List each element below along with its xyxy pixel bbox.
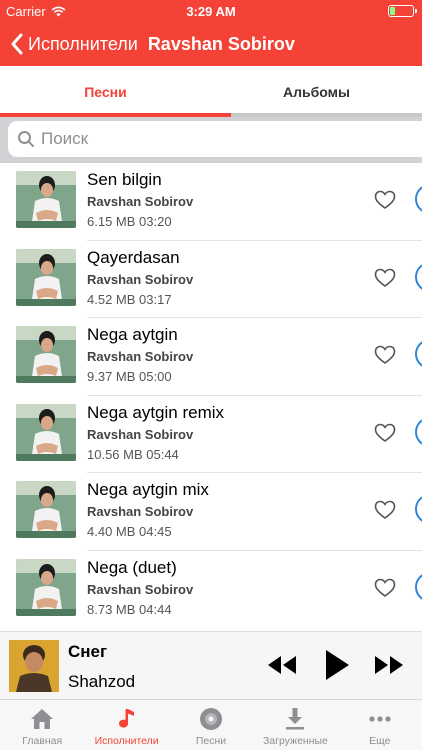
download-icon [286, 708, 305, 730]
song-size-duration: 10.56 MB 05:44 [87, 446, 179, 462]
search-input[interactable] [41, 129, 361, 149]
now-playing-title: Снег [68, 642, 108, 661]
song-title: Nega aytgin mix [87, 480, 209, 499]
content-tabs: Песни Альбомы [0, 66, 422, 118]
song-size-duration: 6.15 MB 03:20 [87, 214, 172, 229]
album-art [16, 403, 76, 461]
mini-player[interactable]: Снег Shahzod [0, 631, 422, 699]
rewind-icon [268, 656, 296, 674]
song-artist: Ravshan Sobirov [87, 349, 194, 364]
battery-icon [388, 5, 417, 17]
song-artist: Ravshan Sobirov [87, 271, 194, 287]
search-field [8, 121, 422, 157]
play-circle-button[interactable] [415, 339, 422, 369]
song-row[interactable]: Nega aytgin Ravshan Sobirov 9.37 MB 05:0… [0, 318, 422, 396]
album-art [16, 171, 76, 228]
chevron-left-icon [11, 33, 23, 55]
album-art [16, 558, 76, 616]
tabbar-item-more[interactable]: Еще [338, 700, 422, 750]
back-button[interactable]: Исполнители [0, 22, 138, 66]
play-button[interactable] [324, 649, 350, 681]
play-circle-button[interactable] [415, 571, 422, 602]
play-circle-button[interactable] [415, 416, 422, 447]
tabbar-item-songs[interactable]: Песни [169, 700, 253, 750]
search-bar [0, 117, 422, 163]
fast-forward-button[interactable] [374, 655, 404, 675]
song-size-duration: 9.37 MB 05:00 [87, 369, 172, 384]
back-button-label: Исполнители [28, 33, 138, 54]
more-icon [369, 716, 391, 722]
tabbar-label: Песни [195, 735, 227, 747]
tabbar-label: Исполнители [94, 735, 159, 747]
album-art [16, 326, 76, 383]
tab-albums[interactable]: Альбомы [211, 66, 422, 118]
heart-icon[interactable] [374, 345, 396, 365]
tab-songs[interactable]: Песни [0, 66, 211, 118]
heart-icon[interactable] [374, 578, 396, 598]
rewind-button[interactable] [267, 655, 297, 675]
song-artist: Ravshan Sobirov [87, 581, 194, 597]
tabbar-item-downloads[interactable]: Загруженные [253, 700, 337, 750]
play-icon [326, 650, 349, 680]
song-size-duration: 4.40 MB 04:45 [87, 524, 172, 539]
song-row[interactable]: Sen bilgin Ravshan Sobirov 6.15 MB 03:20 [0, 163, 422, 241]
heart-icon[interactable] [374, 190, 396, 210]
song-row[interactable]: Nega aytgin remix Ravshan Sobirov 10.56 … [0, 396, 422, 473]
play-circle-button[interactable] [415, 184, 422, 214]
tabbar-label: Еще [369, 735, 391, 747]
song-title: Qayerdasan [87, 247, 180, 267]
song-title: Nega aytgin remix [87, 402, 225, 422]
play-circle-button[interactable] [415, 261, 422, 292]
music-note-icon [118, 709, 134, 728]
home-icon [31, 709, 54, 729]
bottom-tab-bar: Главная Исполнители Песни Загруженные Ещ… [0, 699, 422, 750]
disc-icon [200, 708, 223, 730]
page-title: Ravshan Sobirov [147, 33, 295, 54]
heart-icon[interactable] [374, 500, 396, 520]
song-row[interactable]: Nega aytgin mix Ravshan Sobirov 4.40 MB … [0, 473, 422, 551]
search-icon [18, 131, 34, 147]
tabbar-item-home[interactable]: Главная [0, 700, 84, 750]
now-playing-artist: Shahzod [68, 672, 136, 691]
heart-icon[interactable] [374, 423, 396, 443]
song-size-duration: 8.73 MB 04:44 [87, 601, 172, 617]
play-circle-button[interactable] [415, 494, 422, 524]
song-size-duration: 4.52 MB 03:17 [87, 291, 172, 307]
status-time: 3:29 AM [186, 4, 236, 19]
song-artist: Ravshan Sobirov [87, 426, 194, 442]
tabbar-item-artists[interactable]: Исполнители [84, 700, 168, 750]
song-artist: Ravshan Sobirov [87, 194, 194, 209]
status-bar: Carrier 3:29 AM [0, 0, 422, 22]
song-list: Sen bilgin Ravshan Sobirov 6.15 MB 03:20… [0, 163, 422, 631]
tabbar-label: Главная [22, 735, 63, 747]
heart-icon[interactable] [374, 268, 396, 288]
song-title: Nega (duet) [87, 557, 177, 577]
album-art [16, 248, 76, 306]
song-row[interactable]: Nega (duet) Ravshan Sobirov 8.73 MB 04:4… [0, 551, 422, 629]
fast-forward-icon [375, 656, 403, 674]
song-row[interactable]: Qayerdasan Ravshan Sobirov 4.52 MB 03:17 [0, 241, 422, 318]
navigation-bar: Исполнители Ravshan Sobirov [0, 22, 422, 66]
song-title: Nega aytgin [87, 325, 178, 344]
tabbar-label: Загруженные [262, 735, 328, 747]
now-playing-cover [9, 640, 59, 692]
song-title: Sen bilgin [87, 170, 162, 189]
song-artist: Ravshan Sobirov [87, 504, 194, 519]
album-art [16, 481, 76, 538]
